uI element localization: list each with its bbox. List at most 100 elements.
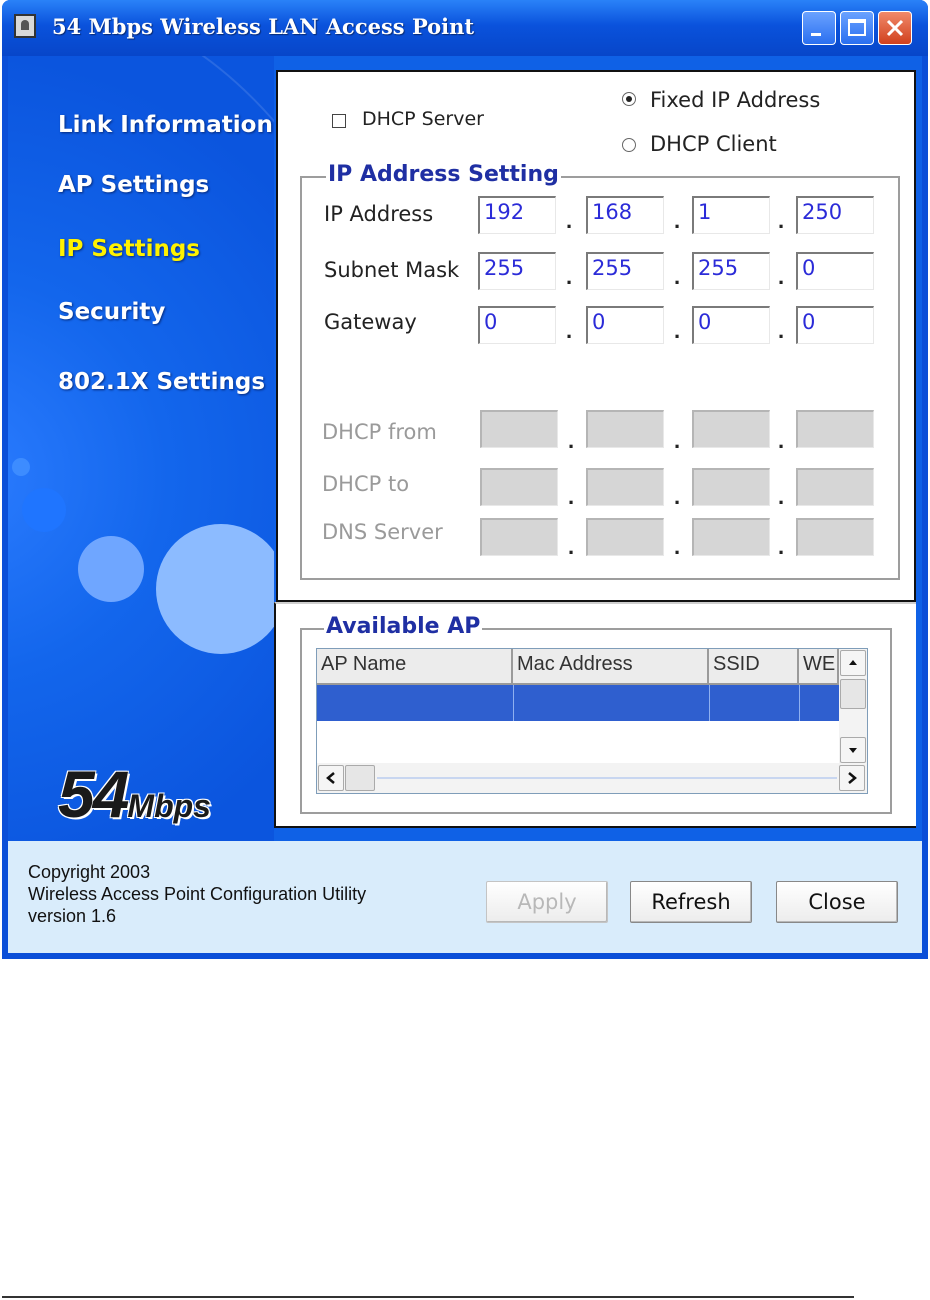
decorative-bubble — [78, 536, 144, 602]
ip-address-octet-1[interactable]: 192 — [478, 196, 556, 234]
app-icon[interactable] — [14, 14, 36, 38]
dns-server-octet-4[interactable] — [796, 518, 874, 556]
bottom-bar: Copyright 2003 Wireless Access Point Con… — [8, 841, 922, 953]
apply-button[interactable]: Apply — [486, 881, 608, 923]
dhcp-to-octet-3[interactable] — [692, 468, 770, 506]
subnet-mask-octet-2[interactable]: 255 — [586, 252, 664, 290]
gateway-octet-4[interactable]: 0 — [796, 306, 874, 344]
gateway-octet-2[interactable]: 0 — [586, 306, 664, 344]
maximize-button[interactable] — [840, 11, 874, 45]
octet-separator: . — [566, 318, 573, 343]
dhcp-to-octet-1[interactable] — [480, 468, 558, 506]
sidebar-item-security[interactable]: Security — [58, 299, 165, 325]
octet-separator: . — [778, 534, 785, 559]
fixed-ip-radio[interactable] — [622, 92, 636, 106]
subnet-mask-label: Subnet Mask — [324, 258, 460, 282]
subnet-mask-octet-4[interactable]: 0 — [796, 252, 874, 290]
octet-separator: . — [778, 264, 785, 289]
horizontal-scrollbar[interactable] — [317, 763, 867, 793]
subnet-mask-octet-3[interactable]: 255 — [692, 252, 770, 290]
octet-separator: . — [568, 428, 575, 453]
octet-separator: . — [566, 264, 573, 289]
arrow-right-icon — [848, 772, 857, 784]
arrow-left-icon — [326, 772, 335, 784]
sidebar-item-link-information[interactable]: Link Information — [58, 112, 273, 138]
fixed-ip-label[interactable]: Fixed IP Address — [650, 88, 820, 112]
ip-address-setting-title: IP Address Setting — [326, 162, 561, 187]
gateway-octet-1[interactable]: 0 — [478, 306, 556, 344]
dhcp-to-octet-4[interactable] — [796, 468, 874, 506]
column-divider — [513, 685, 514, 721]
close-window-button[interactable] — [878, 11, 912, 45]
decorative-bubble — [22, 488, 66, 532]
dhcp-server-label[interactable]: DHCP Server — [362, 108, 484, 130]
ip-address-setting-group: IP Address Setting IP Address 192 . 168 … — [300, 162, 900, 580]
table-row[interactable] — [317, 685, 839, 721]
scroll-down-button[interactable] — [840, 737, 866, 763]
dhcp-client-label[interactable]: DHCP Client — [650, 132, 777, 156]
copyright-text: Copyright 2003 Wireless Access Point Con… — [28, 861, 366, 927]
close-button[interactable]: Close — [776, 881, 898, 923]
ip-address-label: IP Address — [324, 202, 434, 226]
dhcp-from-octet-4[interactable] — [796, 410, 874, 448]
dns-server-octet-3[interactable] — [692, 518, 770, 556]
refresh-button[interactable]: Refresh — [630, 881, 752, 923]
sidebar: Link Information AP Settings IP Settings… — [8, 56, 274, 841]
dhcp-from-octet-1[interactable] — [480, 410, 558, 448]
dhcp-from-label: DHCP from — [322, 420, 437, 444]
arrow-up-icon — [849, 660, 857, 665]
scroll-right-button[interactable] — [839, 765, 865, 791]
arrow-down-icon — [849, 748, 857, 753]
dhcp-to-octet-2[interactable] — [586, 468, 664, 506]
dns-server-octet-2[interactable] — [586, 518, 664, 556]
available-ap-panel: Available AP AP Name Mac Address SSID WE… — [274, 602, 916, 828]
available-ap-list[interactable]: AP Name Mac Address SSID WEI — [316, 648, 868, 794]
scroll-track — [377, 777, 837, 779]
scroll-up-button[interactable] — [840, 650, 866, 676]
dns-server-label: DNS Server — [322, 520, 443, 544]
ip-address-octet-3[interactable]: 1 — [692, 196, 770, 234]
column-divider — [799, 685, 800, 721]
octet-separator: . — [674, 318, 681, 343]
column-header-ap-name[interactable]: AP Name — [317, 649, 513, 685]
ip-settings-panel: DHCP Server Fixed IP Address DHCP Client… — [276, 70, 916, 602]
octet-separator: . — [674, 264, 681, 289]
product-name: Wireless Access Point Configuration Util… — [28, 884, 367, 904]
minimize-button[interactable] — [802, 11, 836, 45]
ip-address-octet-2[interactable]: 168 — [586, 196, 664, 234]
octet-separator: . — [778, 208, 785, 233]
title-bar[interactable]: 54 Mbps Wireless LAN Access Point — [2, 0, 928, 56]
app-window: 54 Mbps Wireless LAN Access Point Link I… — [2, 0, 928, 959]
sidebar-item-ap-settings[interactable]: AP Settings — [58, 172, 209, 198]
version-text: version 1.6 — [28, 906, 117, 926]
dhcp-client-radio[interactable] — [622, 138, 636, 152]
sidebar-item-8021x-settings[interactable]: 802.1X Settings — [58, 369, 265, 395]
horizontal-scroll-thumb[interactable] — [345, 765, 375, 791]
dhcp-server-checkbox[interactable] — [332, 114, 346, 128]
window-title: 54 Mbps Wireless LAN Access Point — [52, 14, 475, 39]
column-header-wep[interactable]: WEI — [799, 649, 839, 685]
logo-54mbps: 54Mbps — [58, 757, 211, 831]
decorative-bubble — [12, 458, 30, 476]
ip-address-octet-4[interactable]: 250 — [796, 196, 874, 234]
scroll-left-button[interactable] — [318, 765, 344, 791]
octet-separator: . — [674, 208, 681, 233]
octet-separator: . — [778, 318, 785, 343]
vertical-scrollbar[interactable] — [839, 649, 867, 763]
subnet-mask-octet-1[interactable]: 255 — [478, 252, 556, 290]
client-area: Link Information AP Settings IP Settings… — [8, 56, 922, 953]
dhcp-from-octet-3[interactable] — [692, 410, 770, 448]
vertical-scroll-thumb[interactable] — [840, 679, 866, 709]
octet-separator: . — [674, 484, 681, 509]
octet-separator: . — [778, 428, 785, 453]
column-divider — [709, 685, 710, 721]
octet-separator: . — [674, 428, 681, 453]
dns-server-octet-1[interactable] — [480, 518, 558, 556]
dhcp-from-octet-2[interactable] — [586, 410, 664, 448]
column-header-ssid[interactable]: SSID — [709, 649, 799, 685]
octet-separator: . — [778, 484, 785, 509]
gateway-octet-3[interactable]: 0 — [692, 306, 770, 344]
column-header-mac-address[interactable]: Mac Address — [513, 649, 709, 685]
sidebar-item-ip-settings[interactable]: IP Settings — [58, 236, 200, 262]
minimize-icon — [811, 33, 821, 36]
